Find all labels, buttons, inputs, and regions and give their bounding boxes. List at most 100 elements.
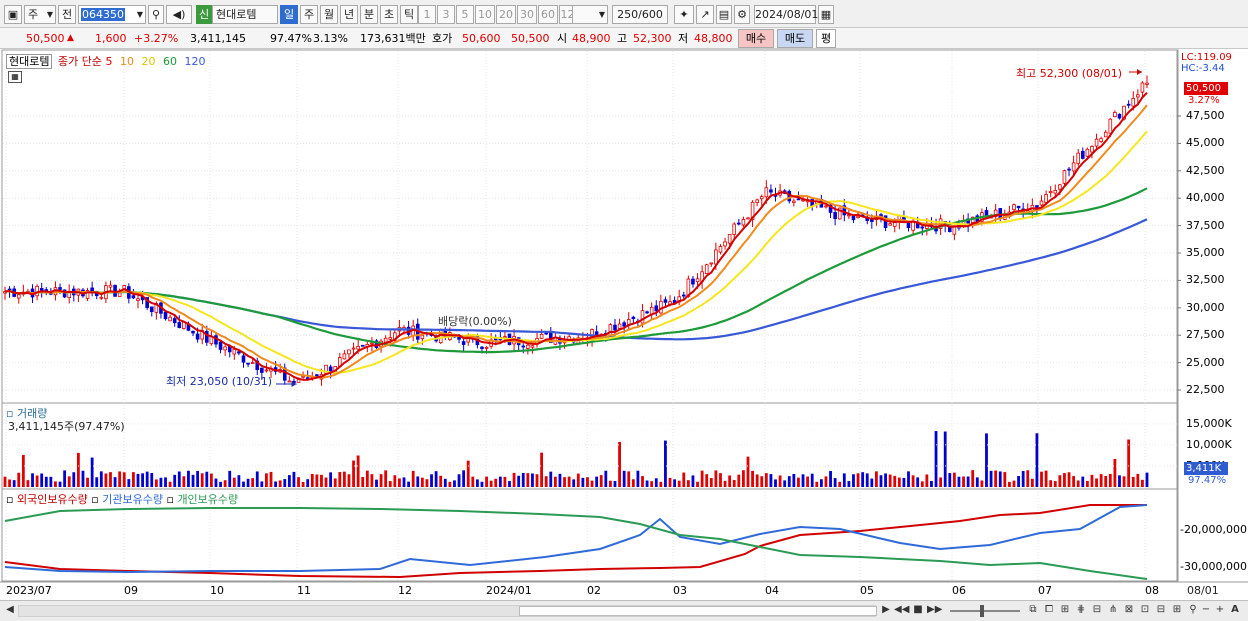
volume-bar (72, 472, 76, 487)
zoom-out-icon[interactable]: − (1200, 603, 1212, 619)
speaker-icon[interactable]: ◀) (166, 5, 192, 24)
volume-bar (783, 480, 787, 487)
count-input[interactable]: 250/600 (612, 5, 668, 24)
volume-bar (774, 479, 777, 487)
volume-bar (109, 472, 112, 487)
tool-icon[interactable]: ⊞ (1170, 603, 1184, 619)
volume-bar (439, 475, 443, 487)
zoom-icon[interactable]: ⚲ (1186, 603, 1200, 619)
rewind-icon[interactable]: ◀◀ (894, 603, 909, 619)
volume-bar (90, 457, 94, 487)
change-value: 1,600 (95, 32, 127, 45)
candle-body (764, 187, 769, 198)
volume-bar (209, 473, 213, 487)
save-icon[interactable]: ▤ (716, 5, 732, 24)
draw-icon[interactable]: ↗ (696, 5, 714, 24)
high-label: 고 (617, 32, 628, 45)
calendar-icon[interactable]: ▦ (818, 5, 834, 24)
max-label: 최고 52,300 (08/01) (1016, 67, 1123, 80)
period-tab[interactable]: 틱 (400, 5, 418, 24)
price-y-tick: 30,000 (1186, 300, 1225, 314)
volume-bar (1003, 472, 1007, 487)
grid-toggle-icon[interactable]: ▦ (8, 71, 22, 83)
tool-icon[interactable]: ⊠ (1122, 603, 1136, 619)
tool-icon[interactable]: ⊞ (1058, 603, 1072, 619)
period-select[interactable]: 주 ▼ (24, 5, 56, 24)
volume-bar (847, 480, 851, 487)
flat-button[interactable]: 평 (816, 29, 836, 48)
period-tab[interactable]: 년 (340, 5, 358, 24)
low-value: 48,800 (694, 32, 733, 45)
volume-bar (907, 471, 910, 487)
scroll-left-icon[interactable]: ◀ (4, 603, 16, 619)
gear-icon[interactable]: ⚙ (734, 5, 750, 24)
stop-icon[interactable]: ■ (912, 603, 924, 619)
interval-button[interactable]: 20 (496, 5, 516, 24)
volume-bar (283, 479, 287, 487)
zoom-slider[interactable] (950, 605, 1020, 617)
period-tab[interactable]: 월 (320, 5, 338, 24)
volume-bar (631, 479, 635, 487)
interval-button[interactable]: 10 (475, 5, 495, 24)
volume-bar (838, 481, 842, 487)
candle-body (718, 246, 723, 253)
tool-icon[interactable]: ⧉ (1026, 603, 1040, 619)
volume-bar (884, 473, 887, 487)
interval-select[interactable]: ▼ (572, 5, 608, 24)
volume-bar (1076, 480, 1080, 487)
volume-bar (998, 471, 1002, 487)
stock-name[interactable]: 현대로템 (212, 5, 278, 24)
zoom-slider-handle[interactable] (980, 605, 984, 617)
price-legend: 현대로템 종가 단순 5 10 20 60 120 (6, 53, 205, 69)
search-icon[interactable]: ⚲ (148, 5, 164, 24)
sell-button[interactable]: 매도 (777, 29, 813, 48)
forward-icon[interactable]: ▶▶ (927, 603, 942, 619)
font-size-icon[interactable]: A (1228, 603, 1242, 619)
interval-button[interactable]: 3 (437, 5, 455, 24)
volume-bar (265, 473, 268, 487)
tool-icon[interactable]: ⊟ (1154, 603, 1168, 619)
volume-bar (356, 455, 360, 487)
interval-button[interactable]: 1 (418, 5, 436, 24)
x-axis-label: 2024/01 (486, 584, 532, 597)
chart-svg[interactable] (0, 49, 1248, 600)
buy-button[interactable]: 매수 (738, 29, 774, 48)
window-icon[interactable]: ▣ (4, 5, 22, 24)
tool-icon[interactable]: ⋔ (1106, 603, 1120, 619)
volume-bar (54, 481, 57, 487)
candle-body (195, 333, 200, 340)
play-icon[interactable]: ▶ (880, 603, 892, 619)
period-tab[interactable]: 분 (360, 5, 378, 24)
date-input[interactable]: 2024/08/01 (754, 5, 818, 24)
candle-body (264, 369, 269, 372)
period-tab[interactable]: 일 (280, 5, 298, 24)
candle-body (388, 337, 393, 340)
volume-bar (751, 470, 754, 487)
tool-icon[interactable]: ⧠ (1042, 603, 1056, 619)
candle-body (328, 366, 333, 372)
volume-bar (1145, 472, 1149, 487)
zoom-in-icon[interactable]: + (1214, 603, 1226, 619)
tool-icon[interactable]: ⊟ (1090, 603, 1104, 619)
volume-bar (888, 474, 892, 487)
code-input[interactable]: 064350 ▼ (78, 5, 146, 24)
candle-body (163, 311, 168, 320)
period-tab[interactable]: 주 (300, 5, 318, 24)
scroll-thumb[interactable] (519, 606, 877, 616)
interval-button[interactable]: 30 (517, 5, 537, 24)
volume-y-tick: 15,000K (1186, 416, 1232, 430)
tool-icon[interactable]: ⊡ (1138, 603, 1152, 619)
volume-bar (595, 476, 599, 487)
scroll-track[interactable] (18, 605, 877, 617)
tool-icon[interactable]: ⋕ (1074, 603, 1088, 619)
volume-bar (475, 479, 479, 487)
interval-button[interactable]: 5 (456, 5, 474, 24)
volume-bar (819, 479, 823, 487)
period-tab[interactable]: 초 (380, 5, 398, 24)
candle-body (539, 333, 544, 339)
crosshair-icon[interactable]: ✦ (674, 5, 694, 24)
prev-button[interactable]: 전 (58, 5, 76, 24)
interval-button[interactable]: 60 (538, 5, 558, 24)
volume-bar (916, 477, 920, 487)
candle-body (732, 223, 737, 235)
